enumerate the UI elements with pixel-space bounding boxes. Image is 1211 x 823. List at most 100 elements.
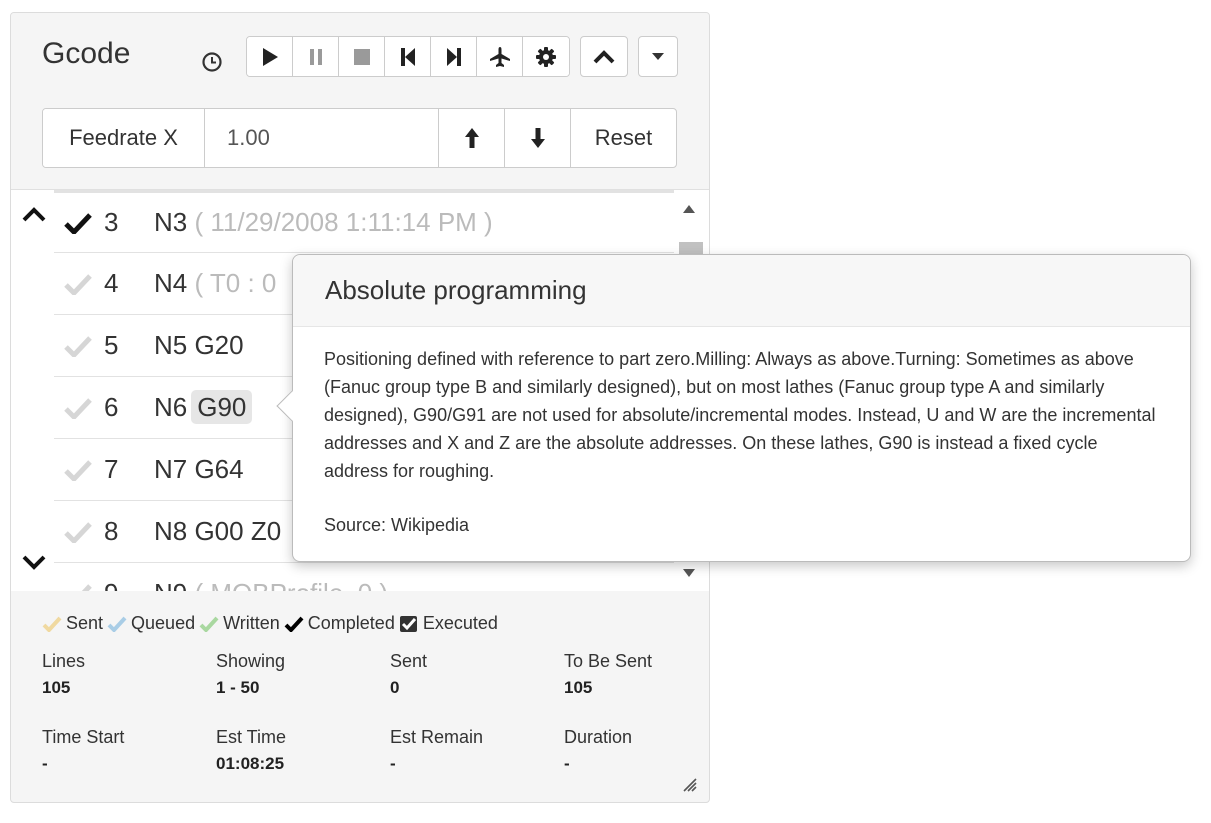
gcode-token-highlight[interactable]: G90 <box>191 390 253 424</box>
stat-value: - <box>390 754 396 773</box>
legend-sent-label: Sent <box>66 613 104 633</box>
stat-label: Est Time <box>216 727 287 747</box>
check-icon <box>64 397 92 419</box>
gcode-row[interactable]: 9 N9 ( MOBProfile_0 ) <box>54 562 674 591</box>
check-box-icon <box>399 615 417 632</box>
menu-dropdown-button[interactable] <box>638 36 678 77</box>
arrow-up-icon <box>464 128 479 148</box>
check-icon <box>284 616 304 632</box>
line-number: 7 <box>104 454 119 484</box>
line-number: 9 <box>104 578 144 591</box>
settings-button[interactable] <box>523 37 569 76</box>
widget-header: Gcode Feedrate X 1.00 Reset <box>11 13 709 189</box>
stat-duration: Duration - <box>564 727 709 774</box>
widget-title: Gcode <box>42 37 131 70</box>
feedrate-label: Feedrate X <box>43 109 205 167</box>
check-icon <box>64 212 92 234</box>
stat-showing: Showing 1 - 50 <box>216 651 386 698</box>
chevron-up-icon <box>593 49 615 63</box>
gcode-text: N5 G20 <box>154 330 244 360</box>
step-forward-button[interactable] <box>431 37 477 76</box>
line-number: 6 <box>104 392 119 422</box>
popover-body: Positioning defined with reference to pa… <box>293 327 1190 539</box>
check-icon <box>64 459 92 481</box>
line-number: 5 <box>104 330 119 360</box>
stat-to-be-sent: To Be Sent 105 <box>564 651 709 698</box>
check-icon <box>42 616 62 632</box>
gcode-text: N9 <box>154 578 187 591</box>
check-icon <box>64 335 92 357</box>
feedrate-decrease-button[interactable] <box>505 109 571 167</box>
gcode-text: N7 G64 <box>154 454 244 484</box>
collapse-button[interactable] <box>580 36 628 77</box>
stat-value: 1 - 50 <box>216 678 260 697</box>
status-legend: Sent Queued Written Completed Executed <box>42 613 502 634</box>
gcode-row[interactable]: 3 N3 ( 11/29/2008 1:11:14 PM ) <box>54 190 674 252</box>
gcode-comment: ( MOBProfile_0 ) <box>194 578 388 591</box>
gcode-text: N6 <box>154 392 188 422</box>
step-back-button[interactable] <box>385 37 431 76</box>
stat-value: 0 <box>390 678 400 697</box>
popover-description: Positioning defined with reference to pa… <box>324 349 1156 481</box>
arrow-down-icon <box>530 128 545 148</box>
stat-label: Time Start <box>42 727 125 747</box>
legend-executed-label: Executed <box>422 613 498 633</box>
pause-icon <box>309 48 322 65</box>
check-icon <box>199 616 219 632</box>
stat-value: - <box>42 754 48 773</box>
stat-value: 105 <box>564 678 593 697</box>
line-number: 8 <box>104 516 119 546</box>
check-icon <box>81 583 92 591</box>
play-icon <box>262 47 278 66</box>
plane-icon <box>489 46 510 67</box>
caret-down-icon <box>652 52 664 60</box>
stat-lines: Lines 105 <box>42 651 212 698</box>
pause-button[interactable] <box>293 37 339 76</box>
legend-queued-label: Queued <box>131 613 196 633</box>
chevron-up-icon[interactable] <box>21 204 47 224</box>
legend-sent: Sent <box>42 613 103 634</box>
feedrate-input[interactable] <box>205 109 439 167</box>
gcode-text: N4 <box>154 268 188 298</box>
legend-written: Written <box>199 613 280 634</box>
legend-queued: Queued <box>107 613 195 634</box>
step-back-icon <box>400 47 415 66</box>
feedrate-increase-button[interactable] <box>439 109 505 167</box>
stat-label: To Be Sent <box>564 651 653 671</box>
stat-label: Lines <box>42 651 86 671</box>
playback-toolbar <box>246 36 570 77</box>
popover-title: Absolute programming <box>293 255 1190 327</box>
stat-est-time: Est Time 01:08:25 <box>216 727 386 774</box>
feedrate-control: Feedrate X Reset <box>42 108 677 168</box>
scroll-down-icon[interactable] <box>683 568 695 578</box>
stat-label: Duration <box>564 727 633 747</box>
legend-executed: Executed <box>399 613 498 634</box>
stat-label: Sent <box>390 651 428 671</box>
gcode-comment: ( T0 : 0 <box>194 268 277 298</box>
chevron-down-icon[interactable] <box>21 552 47 572</box>
clock-icon[interactable] <box>201 51 223 73</box>
plane-button[interactable] <box>477 37 523 76</box>
legend-written-label: Written <box>223 613 280 633</box>
line-number: 4 <box>104 268 119 298</box>
play-button[interactable] <box>247 37 293 76</box>
legend-completed: Completed <box>284 613 395 634</box>
stat-sent: Sent 0 <box>390 651 560 698</box>
check-icon <box>64 273 92 295</box>
check-icon <box>107 616 127 632</box>
stat-label: Est Remain <box>390 727 484 747</box>
stop-button[interactable] <box>339 37 385 76</box>
popover-source: Source: Wikipedia <box>324 515 470 535</box>
check-icon <box>64 521 92 543</box>
gcode-comment: ( 11/29/2008 1:11:14 PM ) <box>194 207 493 237</box>
resize-handle-icon[interactable] <box>681 776 697 792</box>
feedrate-reset-button[interactable]: Reset <box>571 109 676 167</box>
stop-icon <box>353 48 370 65</box>
gcode-text: N3 <box>154 207 188 237</box>
stat-est-remain: Est Remain - <box>390 727 560 774</box>
legend-completed-label: Completed <box>307 613 395 633</box>
scroll-up-icon[interactable] <box>683 204 695 214</box>
step-forward-icon <box>446 47 461 66</box>
stat-value: 01:08:25 <box>216 754 285 773</box>
line-number: 3 <box>104 207 119 237</box>
